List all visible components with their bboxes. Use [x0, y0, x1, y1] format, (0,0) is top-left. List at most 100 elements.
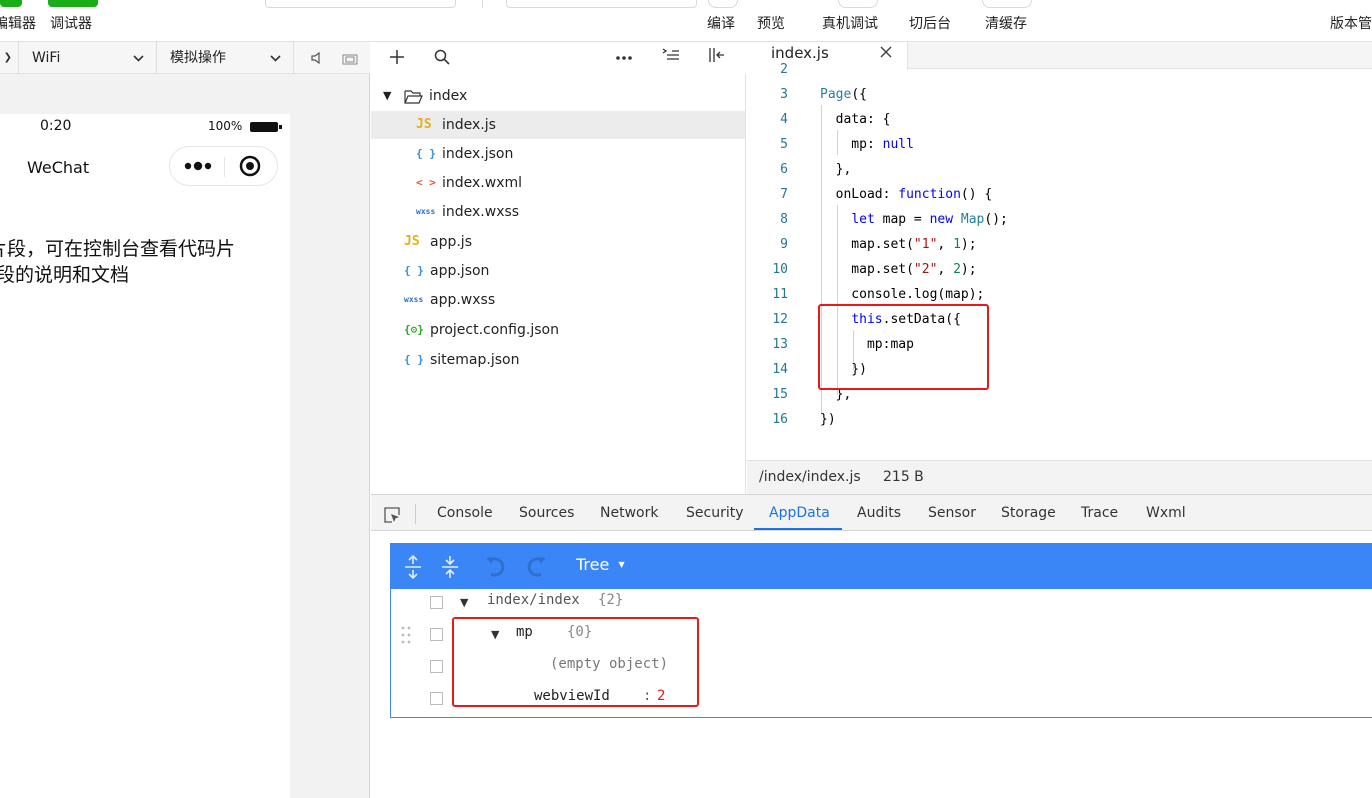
- background-button[interactable]: 切后台: [909, 13, 951, 33]
- appdata-toolbar: Tree ▼: [391, 544, 1372, 589]
- more-icon[interactable]: [615, 50, 633, 65]
- devtools-tab-bar: Console Sources Network Security AppData Audi…: [371, 494, 1372, 531]
- row-checkbox[interactable]: [430, 660, 443, 673]
- toolbar-divider: [482, 0, 483, 8]
- chevron-down-icon: [133, 42, 144, 76]
- remote-debug-icon[interactable]: [838, 0, 878, 8]
- window-icon[interactable]: [342, 53, 358, 69]
- tree-file-label: index.json: [442, 146, 514, 162]
- tab-network[interactable]: Network: [600, 495, 658, 531]
- line-number: 4: [780, 112, 788, 127]
- row-checkbox[interactable]: [430, 628, 443, 641]
- battery-icon: [249, 121, 283, 137]
- tab-trace[interactable]: Trace: [1081, 495, 1118, 531]
- line-number: 16: [772, 412, 788, 427]
- file-type-icon: { }: [416, 147, 436, 160]
- remote-debug-button[interactable]: 真机调试: [822, 13, 878, 33]
- tab-audits[interactable]: Audits: [857, 495, 901, 531]
- status-file-path: /index/index.js: [759, 469, 861, 485]
- close-miniprogram-icon[interactable]: [239, 155, 261, 181]
- tree-file-item[interactable]: JS app.js: [371, 228, 745, 256]
- clear-cache-button[interactable]: 清缓存: [985, 13, 1027, 33]
- tab-sensor[interactable]: Sensor: [928, 495, 976, 531]
- expand-all-icon[interactable]: [403, 554, 423, 583]
- tree-file-item[interactable]: wxss index.wxss: [371, 198, 745, 226]
- file-type-icon: { }: [404, 353, 424, 366]
- tab-wxml[interactable]: Wxml: [1146, 495, 1186, 531]
- tab-sources[interactable]: Sources: [519, 495, 574, 531]
- row-checkbox[interactable]: [430, 692, 443, 705]
- split-panel-icon[interactable]: [708, 47, 726, 67]
- view-mode-select[interactable]: Tree ▼: [576, 555, 625, 574]
- tree-file-item[interactable]: { } sitemap.json: [371, 346, 745, 374]
- clear-cache-icon[interactable]: [982, 0, 1032, 8]
- search-icon[interactable]: [434, 49, 450, 69]
- tree-file-label: index.wxml: [442, 175, 523, 191]
- main-toolbar: 编辑器 调试器 编译 预览 真机调试 切后台 清缓存 版本管理: [0, 0, 1372, 42]
- line-number: 3: [780, 87, 788, 102]
- battery-percent: 100%: [208, 119, 243, 133]
- line-number: 10: [772, 262, 788, 277]
- line-number: 8: [780, 212, 788, 227]
- compile-target-select[interactable]: [506, 0, 697, 8]
- network-select-label: WiFi: [32, 50, 61, 66]
- tab-security[interactable]: Security: [686, 495, 744, 531]
- expand-arrow-icon[interactable]: ▼: [460, 596, 468, 609]
- chevron-down-icon: ❯: [3, 52, 12, 63]
- collapse-all-icon[interactable]: [440, 555, 460, 583]
- tree-file-label: project.config.json: [430, 322, 559, 338]
- device-select[interactable]: ❯: [0, 42, 19, 74]
- tree-file-item[interactable]: { } index.json: [371, 140, 745, 168]
- compile-mode-select[interactable]: [265, 0, 456, 8]
- tab-storage[interactable]: Storage: [1001, 495, 1056, 531]
- page-text-line-1: 代码片段，可在控制台查看代码片: [0, 238, 236, 260]
- code-line-4: data: {: [820, 112, 891, 127]
- close-icon[interactable]: [880, 46, 892, 62]
- code-line-11: console.log(map);: [820, 287, 985, 302]
- folder-label: index: [429, 88, 468, 104]
- code-editor[interactable]: 2 3 4 5 6 7 8 9 10 11 12 13 14 15 16 Page({ data: { mp…: [747, 62, 1372, 460]
- simulate-operation-select[interactable]: 模拟操作: [157, 42, 294, 74]
- code-line-9: map.set("1", 1);: [820, 237, 977, 252]
- debugger-toggle-label[interactable]: 调试器: [50, 13, 92, 33]
- version-button[interactable]: 版本管理: [1330, 13, 1372, 33]
- drag-handle-icon[interactable]: [401, 626, 411, 648]
- caret-down-icon: ▼: [618, 560, 625, 569]
- compile-icon[interactable]: [708, 0, 738, 8]
- preview-button[interactable]: 预览: [757, 13, 785, 33]
- code-line-10: map.set("2", 2);: [820, 262, 977, 277]
- tree-file-label: app.wxss: [430, 292, 496, 308]
- undo-icon[interactable]: [485, 556, 509, 582]
- row-checkbox[interactable]: [430, 596, 443, 609]
- divider: [415, 504, 416, 524]
- editor-toggle-label[interactable]: 编辑器: [0, 13, 36, 33]
- inspect-element-icon[interactable]: [383, 506, 401, 528]
- redo-icon[interactable]: [523, 556, 547, 582]
- add-file-icon[interactable]: [389, 49, 405, 69]
- tree-file-item[interactable]: wxss app.wxss: [371, 286, 745, 314]
- tree-folder-index[interactable]: ▼ index: [371, 82, 745, 110]
- tree-file-item[interactable]: JS index.js: [371, 111, 745, 139]
- status-time: 0:20: [40, 118, 72, 134]
- tree-file-item[interactable]: < > index.wxml: [371, 169, 745, 197]
- tree-file-label: sitemap.json: [430, 352, 520, 368]
- compile-button[interactable]: 编译: [707, 13, 735, 33]
- appdata-highlight-box: [452, 617, 699, 707]
- network-select[interactable]: WiFi: [19, 42, 157, 74]
- tab-appdata[interactable]: AppData: [769, 495, 830, 531]
- tree-file-label: index.wxss: [442, 204, 520, 220]
- line-number: 14: [772, 362, 788, 377]
- collapse-all-icon[interactable]: [662, 47, 680, 67]
- tree-file-item[interactable]: {⚙} project.config.json: [371, 316, 745, 344]
- file-type-icon: wxss: [404, 295, 424, 304]
- volume-icon[interactable]: [310, 51, 322, 68]
- phone-screen: 0:20 100% WeChat 代码片段，可在控制台查看代码片 段的说明和文档: [0, 114, 290, 798]
- line-number: 6: [780, 162, 788, 177]
- more-icon[interactable]: [184, 157, 212, 179]
- tab-console[interactable]: Console: [437, 495, 493, 531]
- nav-title: WeChat: [27, 158, 90, 177]
- wechat-capsule: [169, 146, 278, 186]
- line-number: 15: [772, 387, 788, 402]
- tree-file-label: app.js: [430, 234, 472, 250]
- tree-file-item[interactable]: { } app.json: [371, 257, 745, 285]
